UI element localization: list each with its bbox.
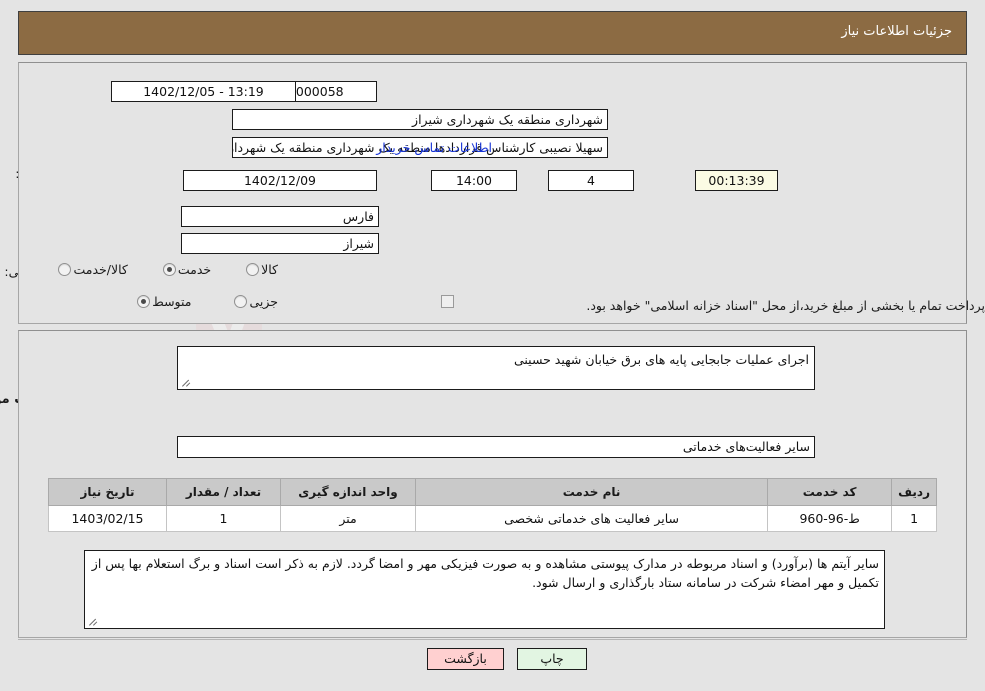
buyer-notes-textarea[interactable]: سایر آیتم ها (برآورد) و اسناد مربوطه در … [84,550,885,629]
cell-quantity: 1 [166,505,281,532]
cell-service-code: ط-96-960 [767,505,893,532]
islamic-treasury-label: پرداخت تمام یا بخشی از مبلغ خرید،از محل … [586,298,985,313]
need-summary-textarea[interactable]: اجرای عملیات جابجایی پایه های برق خیابان… [177,346,815,390]
radio-indicator-kala-khedmat[interactable] [58,263,72,276]
announce-datetime-value: 13:19 - 1402/12/05 [111,81,296,102]
need-summary-text: اجرای عملیات جابجایی پایه های برق خیابان… [513,352,809,367]
delivery-city-value: شیراز [181,233,379,254]
resize-grip-icon-notes[interactable] [88,616,98,626]
deadline-time-value: 14:00 [431,170,517,191]
page-title: جزئیات اطلاعات نیاز [841,24,952,39]
radio-option-kala[interactable]: کالا [246,262,285,277]
table-header-row: ردیف کد خدمت نام خدمت واحد اندازه گیری ت… [48,478,937,506]
cell-need-date: 1403/02/15 [48,505,167,532]
radio-label-khedmat: خدمت [177,262,212,277]
remaining-days-value: 4 [548,170,634,191]
col-header-quantity: تعداد / مقدار [166,478,281,506]
footer-divider [18,639,967,640]
print-button[interactable]: چاپ [517,648,587,670]
page-root: AriaTender.net جزئیات اطلاعات نیاز شماره… [0,0,985,691]
col-header-service-code: کد خدمت [767,478,893,506]
radio-label-kala: کالا [261,262,278,277]
window-title-bar: جزئیات اطلاعات نیاز [18,11,967,55]
deadline-date-value: 1402/12/09 [183,170,377,191]
radio-indicator-khedmat[interactable] [162,263,176,276]
buyer-contact-link[interactable]: اطلاعات تماس خریدار [376,140,492,155]
col-header-service-name: نام خدمت [414,478,769,506]
radio-option-kala-khedmat[interactable]: کالا/خدمت [58,262,134,277]
table-row: 1 ط-96-960 سایر فعالیت های خدماتی شخصی م… [48,505,937,532]
service-group-value: سایر فعالیت‌های خدماتی [177,436,815,458]
services-table: ردیف کد خدمت نام خدمت واحد اندازه گیری ت… [48,478,937,532]
radio-label-kala-khedmat: کالا/خدمت [73,262,128,277]
delivery-province-value: فارس [181,206,379,227]
resize-grip-icon[interactable] [181,377,191,387]
col-header-unit: واحد اندازه گیری [280,478,416,506]
back-button[interactable]: بازگشت [427,648,504,670]
subject-category-radio-group: کالا خدمت کالا/خدمت [58,262,285,277]
col-header-row-no: ردیف [891,478,937,506]
buyer-org-value: شهرداری منطقه یک شهرداری شیراز [232,109,608,130]
remaining-countdown-value: 00:13:39 [695,170,778,191]
buyer-notes-text: سایر آیتم ها (برآورد) و اسناد مربوطه در … [91,556,879,590]
cell-service-name: سایر فعالیت های خدماتی شخصی [414,505,769,532]
radio-option-khedmat[interactable]: خدمت [162,262,218,277]
cell-row-no: 1 [891,505,937,532]
radio-indicator-kala[interactable] [246,263,260,276]
col-header-need-date: تاریخ نیاز [48,478,167,506]
cell-unit: متر [280,505,416,532]
